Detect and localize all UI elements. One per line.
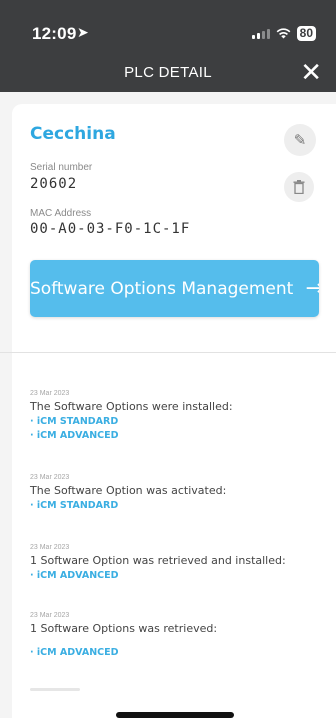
close-icon[interactable]: ✕ [300,60,322,86]
log-date: 23 Mar 2023 [30,544,70,551]
truncated-log-date [30,688,80,691]
edit-button[interactable]: ✎ [284,124,316,156]
plc-detail-card: Cecchina Serial number 20602 MAC Address… [0,104,336,718]
system-indicators: 80 [251,26,316,41]
mac-address-label: MAC Address [30,208,92,219]
home-indicator[interactable] [116,712,234,718]
log-option-link[interactable]: · iCM ADVANCED [30,570,320,581]
log-option-link[interactable]: · iCM STANDARD [30,500,320,511]
divider [0,352,336,353]
log-option-link[interactable]: · iCM ADVANCED [30,647,320,658]
status-bar: 12:09 ➤ 80 [0,0,336,50]
arrow-right-icon: → [305,276,319,301]
log-entry: 23 Mar 2023 1 Software Options was retri… [30,612,320,658]
status-time: 12:09 [32,24,77,43]
serial-number-label: Serial number [30,162,93,173]
log-date: 23 Mar 2023 [30,390,70,397]
location-arrow-icon: ➤ [77,25,89,41]
plc-name: Cecchina [30,124,116,144]
log-message: 1 Software Option was retrieved and inst… [30,554,286,567]
log-date: 23 Mar 2023 [30,612,70,619]
top-header-area: 12:09 ➤ 80 PLC DETAIL ✕ [0,0,336,92]
signal-icon [251,28,270,39]
page-title: PLC DETAIL [124,64,212,81]
pencil-icon: ✎ [293,131,307,149]
log-entry: 23 Mar 2023 1 Software Option was retrie… [30,544,320,581]
log-entry: 23 Mar 2023 The Software Option was acti… [30,474,320,511]
wifi-icon [276,28,291,39]
log-option-link[interactable]: · iCM ADVANCED [30,430,320,441]
nav-bar: PLC DETAIL ✕ [0,58,336,90]
log-message: 1 Software Options was retrieved: [30,622,218,635]
trash-icon [293,180,305,194]
software-options-management-label: Software Options Management [30,278,294,299]
log-entry: 23 Mar 2023 The Software Options were in… [30,390,320,441]
battery-indicator: 80 [296,26,316,41]
delete-button[interactable] [284,172,314,202]
log-message: The Software Option was activated: [30,484,227,497]
serial-number-value: 20602 [30,176,78,192]
mac-address-value: 00-A0-03-F0-1C-1F [30,221,191,237]
log-message: The Software Options were installed: [30,400,233,413]
software-options-management-button[interactable]: Software Options Management → [30,260,319,317]
log-date: 23 Mar 2023 [30,474,70,481]
log-option-link[interactable]: · iCM STANDARD [30,416,320,427]
